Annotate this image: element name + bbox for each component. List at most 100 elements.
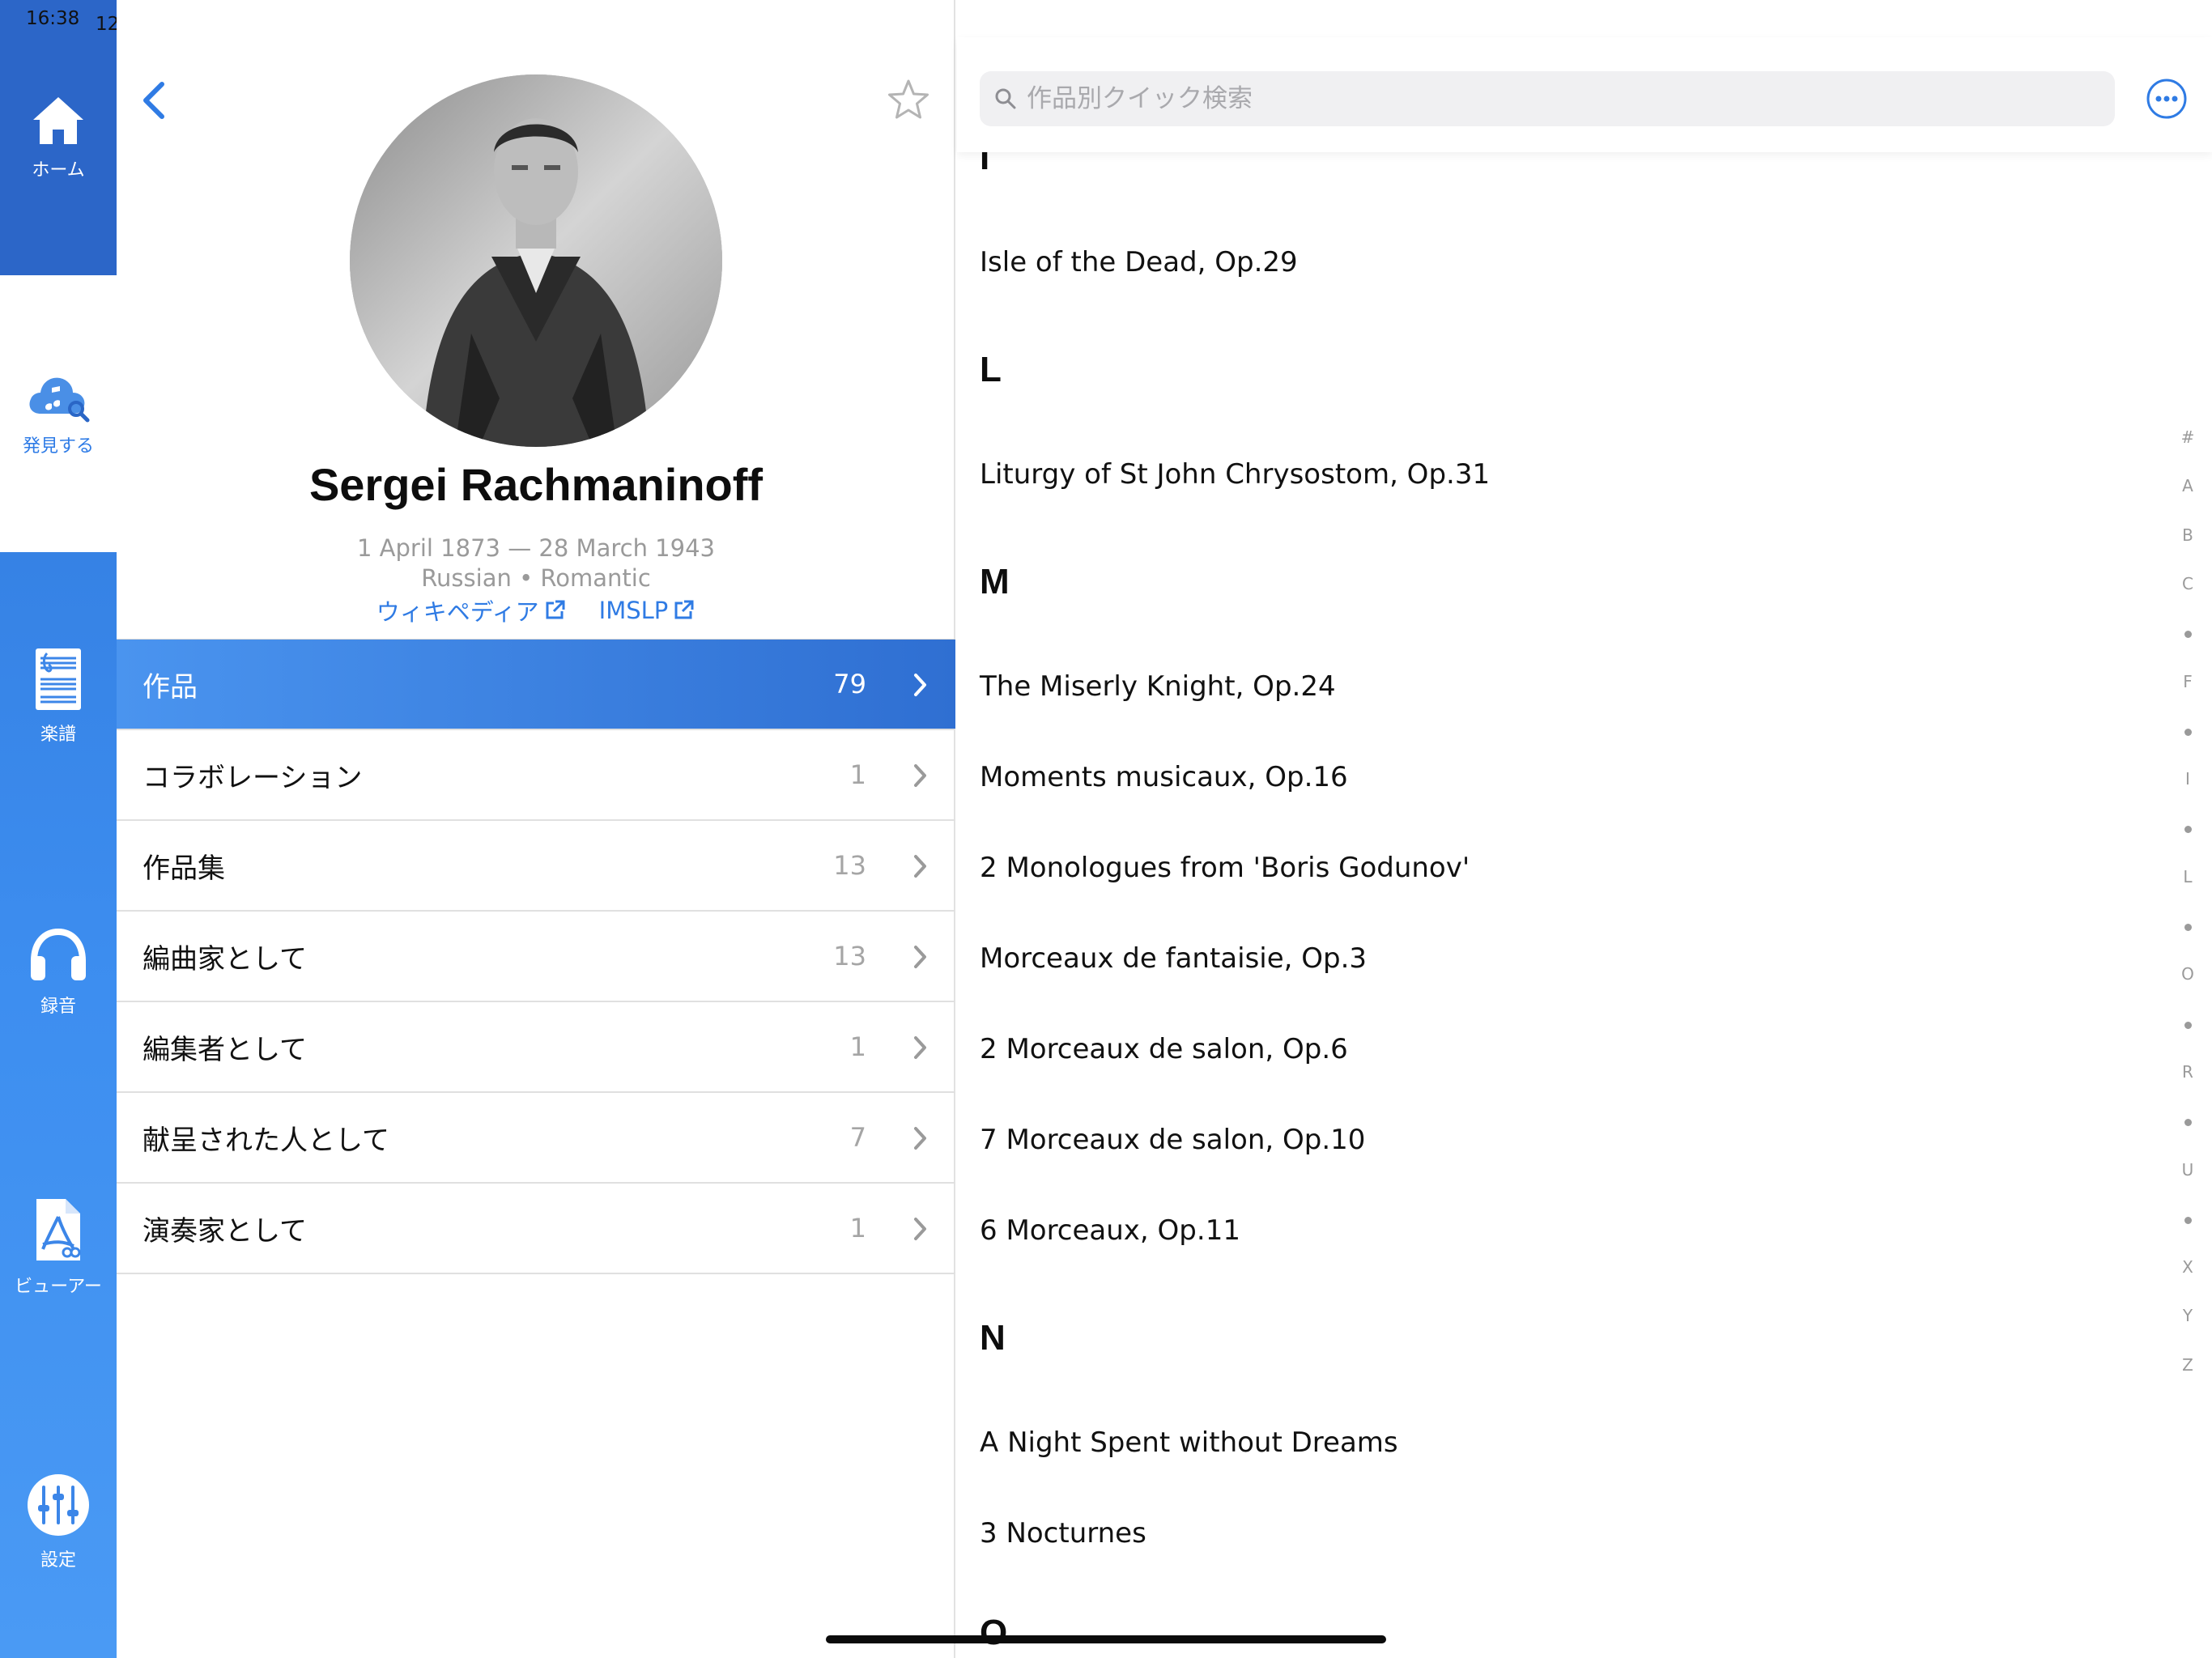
sheet-music-icon (36, 648, 81, 710)
menu-row[interactable]: 作品 79 (117, 640, 955, 730)
sidebar-item-label: 録音 (40, 997, 76, 1017)
menu-row[interactable]: 演奏家として 1 (117, 1184, 955, 1274)
index-letter[interactable]: F (2172, 672, 2204, 691)
work-item[interactable]: 6 Morceaux, Op.11 (980, 1214, 1240, 1247)
index-letter[interactable]: A (2172, 476, 2204, 495)
work-item[interactable]: 2 Monologues from 'Boris Godunov' (980, 852, 1470, 884)
sidebar-item-label: ビューアー (15, 1277, 102, 1297)
wikipedia-link[interactable]: ウィキペディア (376, 593, 567, 627)
sidebar-item-discover[interactable]: 発見する (0, 275, 117, 552)
index-letter[interactable]: R (2172, 1062, 2204, 1082)
imslp-link-label: IMSLP (598, 597, 669, 624)
sidebar-item-label: ホーム (32, 160, 85, 181)
headphones-icon (31, 928, 86, 980)
pdf-file-icon (36, 1199, 81, 1261)
sliders-icon (28, 1474, 89, 1536)
menu-row[interactable]: 編曲家として 13 (117, 912, 955, 1002)
work-item[interactable]: Isle of the Dead, Op.29 (980, 246, 1298, 278)
star-icon (888, 79, 929, 119)
menu-row-label: 作品 (143, 670, 198, 704)
sidebar-item-recordings[interactable]: 録音 (0, 907, 117, 1036)
index-letter[interactable]: I (2172, 769, 2204, 789)
cloud-music-search-icon (29, 377, 90, 423)
work-item[interactable]: The Miserly Knight, Op.24 (980, 670, 1336, 703)
composer-menu: 作品 79 コラボレーション 1 作品集 13 編曲家として 13 編集者として 1 献呈された人と… (117, 639, 955, 1274)
home-icon (33, 97, 83, 144)
composer-tags: Russian • Romantic (117, 564, 955, 592)
more-icon (2146, 79, 2187, 119)
work-item[interactable]: A Night Spent without Dreams (980, 1426, 1398, 1459)
index-separator-dot[interactable] (2184, 1119, 2192, 1126)
external-link-icon (546, 600, 565, 619)
search-input[interactable] (1027, 84, 2079, 113)
composer-portrait (350, 74, 722, 447)
menu-row-count: 7 (849, 1122, 866, 1153)
index-letter[interactable]: O (2172, 964, 2204, 984)
menu-row-label: 編曲家として (143, 942, 307, 976)
index-separator-dot[interactable] (2184, 1217, 2192, 1224)
index-separator-dot[interactable] (2184, 826, 2192, 833)
index-letter[interactable]: # (2172, 427, 2204, 447)
index-letter[interactable]: Z (2172, 1355, 2204, 1375)
menu-row-label: 編集者として (143, 1033, 307, 1066)
menu-row[interactable]: 作品集 13 (117, 821, 955, 912)
section-letter: N (980, 1318, 1006, 1358)
wikipedia-link-label: ウィキペディア (376, 598, 539, 626)
chevron-right-icon (914, 764, 926, 787)
menu-row-count: 1 (849, 759, 866, 790)
section-letter: M (980, 562, 1010, 602)
menu-row-count: 1 (849, 1031, 866, 1062)
search-icon (995, 88, 1016, 109)
back-button[interactable] (138, 78, 170, 123)
composer-panel: Sergei Rachmaninoff 1 April 1873 — 28 Ma… (117, 0, 955, 1658)
chevron-right-icon (914, 1218, 926, 1240)
home-indicator[interactable] (826, 1635, 1386, 1643)
index-separator-dot[interactable] (2184, 1022, 2192, 1029)
index-letter[interactable]: C (2172, 574, 2204, 593)
index-letter[interactable]: L (2172, 867, 2204, 886)
composer-name: Sergei Rachmaninoff (308, 459, 764, 510)
index-separator-dot[interactable] (2184, 924, 2192, 931)
index-letter[interactable]: U (2172, 1160, 2204, 1180)
external-links: ウィキペディア IMSLP (117, 593, 955, 627)
work-item[interactable]: 3 Nocturnes (980, 1517, 1146, 1550)
imslp-link[interactable]: IMSLP (599, 593, 696, 627)
menu-row[interactable]: コラボレーション 1 (117, 730, 955, 821)
favorite-button[interactable] (886, 78, 931, 123)
index-separator-dot[interactable] (2184, 631, 2192, 638)
menu-row-label: 演奏家として (143, 1214, 307, 1248)
index-separator-dot[interactable] (2184, 729, 2192, 736)
menu-row[interactable]: 献呈された人として 7 (117, 1093, 955, 1184)
menu-row-count: 79 (833, 669, 866, 699)
work-item[interactable]: 7 Morceaux de salon, Op.10 (980, 1124, 1365, 1156)
composer-nationality: Russian (421, 564, 512, 592)
more-options-button[interactable] (2146, 78, 2188, 120)
index-letter[interactable]: B (2172, 525, 2204, 545)
sidebar-item-scores[interactable]: 楽譜 (0, 631, 117, 761)
sidebar: ホーム 発見する 楽譜 録音 ビューアー 設定 (0, 0, 117, 1658)
sidebar-item-settings[interactable]: 設定 (0, 1457, 117, 1587)
menu-row-count: 13 (833, 941, 866, 971)
search-field[interactable] (980, 71, 2115, 126)
sidebar-item-label: 設定 (40, 1550, 76, 1571)
external-link-icon (674, 600, 694, 619)
work-item[interactable]: Liturgy of St John Chrysostom, Op.31 (980, 458, 1490, 491)
menu-row-label: 作品集 (143, 852, 225, 885)
index-letter[interactable]: X (2172, 1257, 2204, 1277)
work-item[interactable]: Morceaux de fantaisie, Op.3 (980, 942, 1367, 975)
menu-row-count: 1 (849, 1213, 866, 1244)
chevron-left-icon (143, 82, 164, 119)
sidebar-item-label: 発見する (22, 436, 94, 457)
work-item[interactable]: 2 Morceaux de salon, Op.6 (980, 1033, 1348, 1065)
chevron-right-icon (914, 674, 926, 696)
chevron-right-icon (914, 946, 926, 968)
composer-photo (350, 74, 722, 447)
sidebar-item-label: 楽譜 (40, 725, 76, 745)
separator-dot: • (519, 564, 541, 592)
sidebar-item-viewer[interactable]: ビューアー (0, 1182, 117, 1312)
chevron-right-icon (914, 1036, 926, 1059)
menu-row[interactable]: 編集者として 1 (117, 1002, 955, 1093)
index-letter[interactable]: Y (2172, 1306, 2204, 1325)
work-item[interactable]: Moments musicaux, Op.16 (980, 761, 1348, 793)
sidebar-item-home[interactable]: ホーム (0, 0, 117, 275)
